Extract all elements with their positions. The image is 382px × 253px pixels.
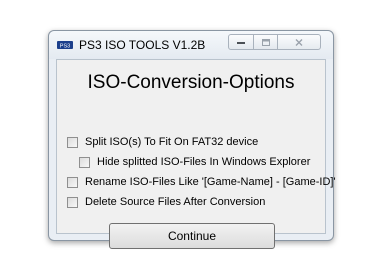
option-delete-source[interactable]: Delete Source Files After Conversion <box>67 196 265 208</box>
minimize-button[interactable] <box>228 34 254 50</box>
continue-button[interactable]: Continue <box>109 223 275 249</box>
option-rename-iso[interactable]: Rename ISO-Files Like '[Game-Name] - [Ga… <box>67 176 336 188</box>
maximize-button[interactable] <box>253 34 278 50</box>
option-hide-split[interactable]: Hide splitted ISO-Files In Windows Explo… <box>79 156 310 168</box>
checkbox-split-iso[interactable] <box>67 136 78 148</box>
option-split-iso-label: Split ISO(s) To Fit On FAT32 device <box>85 136 259 148</box>
window-title: PS3 ISO TOOLS V1.2B <box>79 38 206 52</box>
checkbox-delete-source[interactable] <box>67 196 78 208</box>
minimize-icon <box>237 42 245 44</box>
app-window: PS3 PS3 ISO TOOLS V1.2B ISO-Conversion-O… <box>48 30 336 249</box>
maximize-icon <box>261 38 270 46</box>
close-button[interactable] <box>277 34 321 50</box>
option-split-iso[interactable]: Split ISO(s) To Fit On FAT32 device <box>67 136 258 148</box>
option-rename-iso-label: Rename ISO-Files Like '[Game-Name] - [Ga… <box>85 176 336 188</box>
title-bar[interactable]: PS3 PS3 ISO TOOLS V1.2B <box>49 31 333 59</box>
dialog-heading: ISO-Conversion-Options <box>87 72 295 93</box>
checkbox-rename-iso[interactable] <box>67 176 78 188</box>
ps3-logo-icon: PS3 <box>57 41 73 50</box>
close-icon <box>295 38 303 46</box>
checkbox-hide-split[interactable] <box>79 156 90 168</box>
option-delete-source-label: Delete Source Files After Conversion <box>85 196 266 208</box>
dialog-body: ISO-Conversion-Options Split ISO(s) To F… <box>56 59 336 249</box>
svg-text:PS3: PS3 <box>60 44 70 50</box>
option-hide-split-label: Hide splitted ISO-Files In Windows Explo… <box>97 156 311 168</box>
